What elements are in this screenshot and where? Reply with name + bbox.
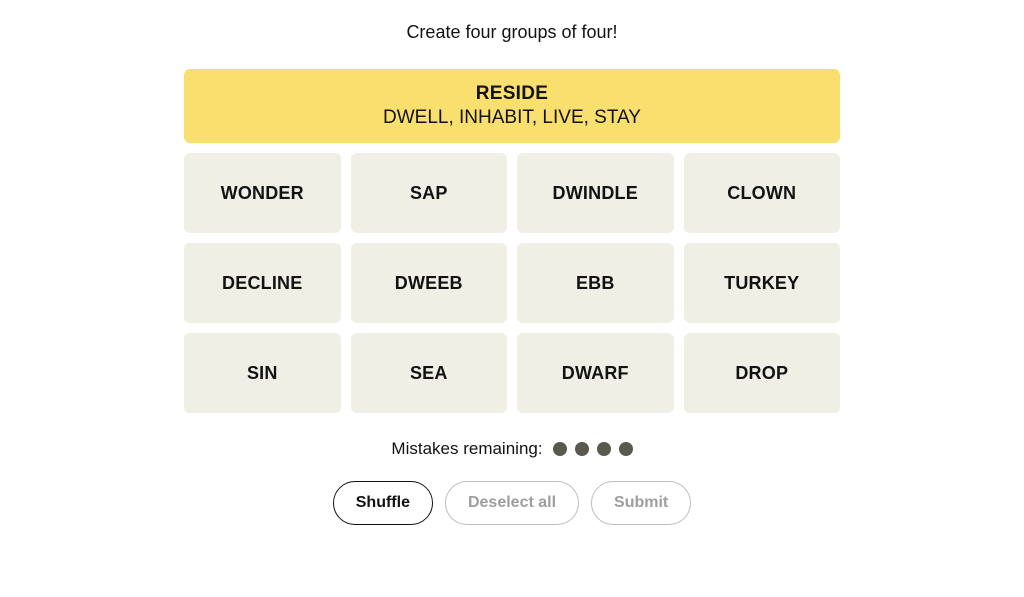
deselect-all-button[interactable]: Deselect all [445,481,579,525]
word-tile[interactable]: SEA [351,333,508,413]
word-tile[interactable]: TURKEY [684,243,841,323]
mistakes-dots [553,442,633,456]
mistake-dot-icon [553,442,567,456]
tile-grid: WONDER SAP DWINDLE CLOWN DECLINE DWEEB E… [184,153,840,413]
mistakes-row: Mistakes remaining: [391,439,632,459]
word-tile[interactable]: DROP [684,333,841,413]
mistake-dot-icon [597,442,611,456]
word-tile[interactable]: SIN [184,333,341,413]
shuffle-button[interactable]: Shuffle [333,481,433,525]
word-tile[interactable]: DWEEB [351,243,508,323]
mistakes-label: Mistakes remaining: [391,439,542,459]
instructions-text: Create four groups of four! [406,22,617,43]
solved-group-title: RESIDE [194,83,830,105]
game-board: RESIDE DWELL, INHABIT, LIVE, STAY WONDER… [184,69,840,413]
mistake-dot-icon [575,442,589,456]
solved-group-yellow: RESIDE DWELL, INHABIT, LIVE, STAY [184,69,840,143]
word-tile[interactable]: DECLINE [184,243,341,323]
solved-group-words: DWELL, INHABIT, LIVE, STAY [194,107,830,129]
button-row: Shuffle Deselect all Submit [333,481,692,525]
word-tile[interactable]: EBB [517,243,674,323]
word-tile[interactable]: SAP [351,153,508,233]
word-tile[interactable]: CLOWN [684,153,841,233]
word-tile[interactable]: DWINDLE [517,153,674,233]
word-tile[interactable]: WONDER [184,153,341,233]
word-tile[interactable]: DWARF [517,333,674,413]
mistake-dot-icon [619,442,633,456]
submit-button[interactable]: Submit [591,481,691,525]
